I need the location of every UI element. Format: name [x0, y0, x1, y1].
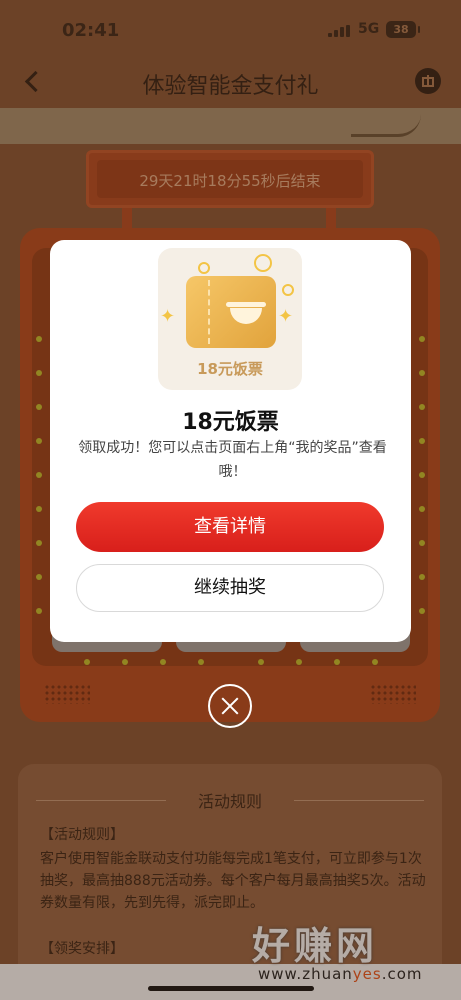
continue-draw-button[interactable]: 继续抽奖: [76, 564, 384, 612]
prize-description: 领取成功！您可以点击页面右上角“我的奖品”查看哦！: [78, 440, 387, 480]
decor-ring: [282, 284, 294, 296]
sparkle-icon: ✦: [278, 306, 294, 327]
prize-name: 18元饭票: [182, 410, 279, 435]
bowl-icon: [230, 308, 262, 324]
prize-card: ✦ ✦ 18元饭票: [158, 248, 302, 390]
decor-ring: [198, 262, 210, 274]
ticket-icon: [186, 276, 276, 348]
bowl-icon: [226, 302, 266, 307]
prize-modal: ✦ ✦ 18元饭票 18元饭票 领取成功！您可以点击页面右上角“我的奖品”查看哦…: [50, 240, 411, 642]
close-circle-icon[interactable]: [208, 684, 252, 728]
view-details-button[interactable]: 查看详情: [76, 502, 384, 552]
decor-ring: [254, 254, 272, 272]
prize-card-label: 18元饭票: [197, 360, 263, 378]
sparkle-icon: ✦: [160, 306, 176, 327]
